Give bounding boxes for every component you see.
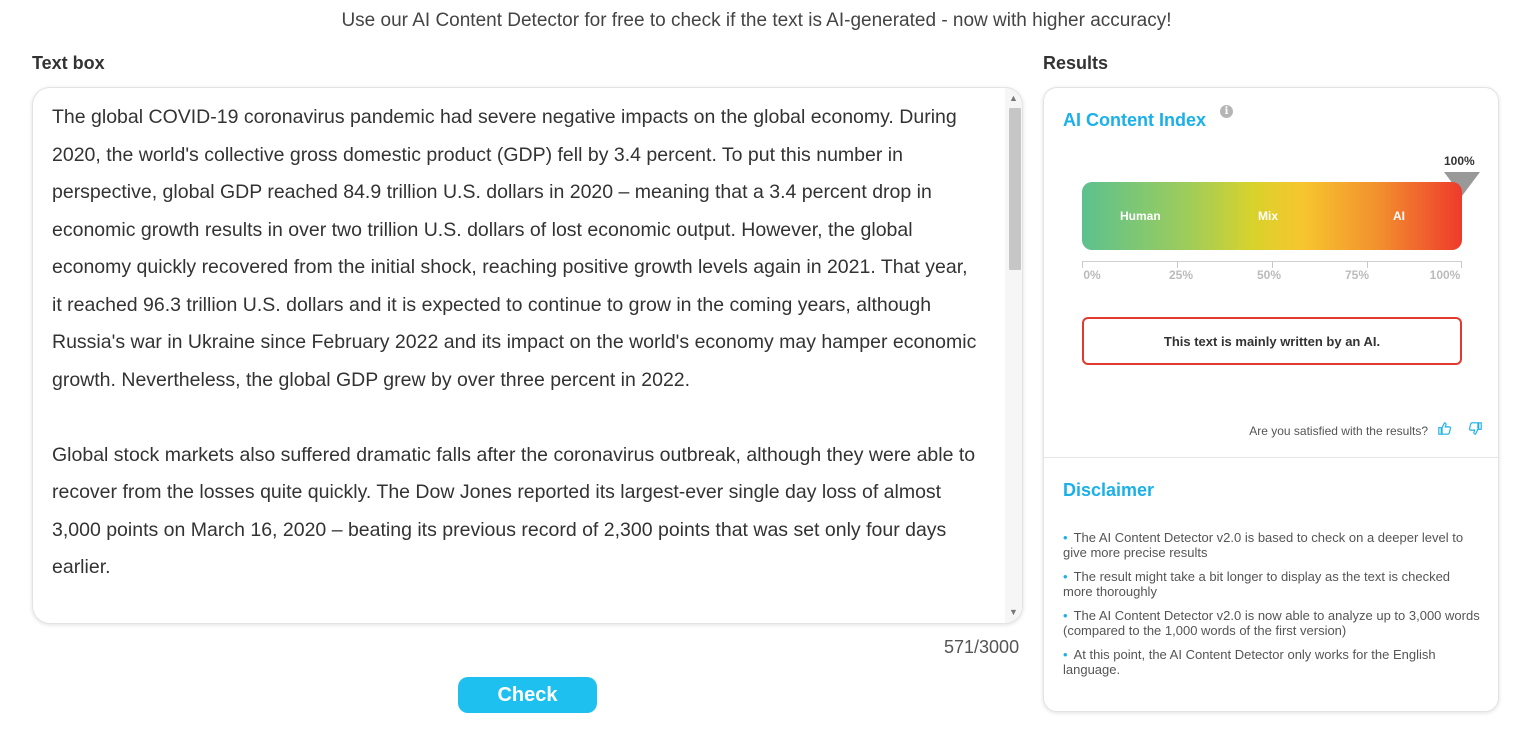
axis-tick <box>1272 261 1273 268</box>
disclaimer-item: • The result might take a bit longer to d… <box>1063 569 1451 599</box>
results-card: AI Content Index i 100% Human Mix AI 0% … <box>1043 87 1499 712</box>
text-paragraph-2: Global stock markets also suffered drama… <box>52 443 976 579</box>
textbox-scrollbar[interactable]: ▲ ▼ <box>1005 88 1022 623</box>
tick-label-25: 25% <box>1168 268 1194 282</box>
bullet-icon: • <box>1063 647 1068 662</box>
text-input-area[interactable]: The global COVID-19 coronavirus pandemic… <box>32 87 1023 624</box>
gauge-label-human: Human <box>1120 209 1161 223</box>
tick-label-0: 0% <box>1083 268 1101 282</box>
scroll-down-arrow-icon[interactable]: ▼ <box>1005 604 1022 621</box>
verdict-box: This text is mainly written by an AI. <box>1082 317 1462 365</box>
results-title: Results <box>1043 53 1109 73</box>
thumbs-up-icon[interactable] <box>1437 422 1451 436</box>
scroll-up-arrow-icon[interactable]: ▲ <box>1005 90 1022 107</box>
axis-tick <box>1461 261 1462 268</box>
tick-label-75: 75% <box>1344 268 1370 282</box>
axis-tick <box>1177 261 1178 268</box>
word-counter: 571/3000 <box>944 637 1020 657</box>
gauge-label-mix: Mix <box>1258 209 1279 223</box>
disclaimer-item: • At this point, the AI Content Detector … <box>1063 647 1436 677</box>
text-paragraph-1: The global COVID-19 coronavirus pandemic… <box>52 106 977 391</box>
bullet-icon: • <box>1063 608 1068 623</box>
bullet-icon: • <box>1063 530 1068 545</box>
disclaimer-item: • The AI Content Detector v2.0 is based t… <box>1063 530 1464 560</box>
feedback-question: Are you satisfied with the results? <box>1249 424 1428 438</box>
disclaimer-list: • The AI Content Detector v2.0 is based t… <box>1063 530 1483 686</box>
axis-tick <box>1082 261 1083 268</box>
thumbs-down-icon[interactable] <box>1468 422 1482 436</box>
tick-label-50: 50% <box>1256 268 1282 282</box>
check-button[interactable]: Check <box>458 677 597 713</box>
score-label: 100% <box>1444 154 1475 168</box>
gauge-label-ai: AI <box>1393 209 1405 223</box>
tagline: Use our AI Content Detector for free to … <box>341 10 1172 31</box>
disclaimer-item: • The AI Content Detector v2.0 is now abl… <box>1063 608 1480 638</box>
textbox-title: Text box <box>32 53 105 73</box>
text-content[interactable]: The global COVID-19 coronavirus pandemic… <box>52 99 982 587</box>
info-icon[interactable]: i <box>1220 105 1233 118</box>
ai-content-index-title: AI Content Index <box>1063 110 1206 130</box>
disclaimer-title: Disclaimer <box>1063 480 1155 500</box>
scroll-thumb[interactable] <box>1009 108 1021 270</box>
tick-label-100: 100% <box>1429 268 1461 282</box>
bullet-icon: • <box>1063 569 1068 584</box>
divider <box>1044 457 1498 458</box>
axis-tick <box>1367 261 1368 268</box>
